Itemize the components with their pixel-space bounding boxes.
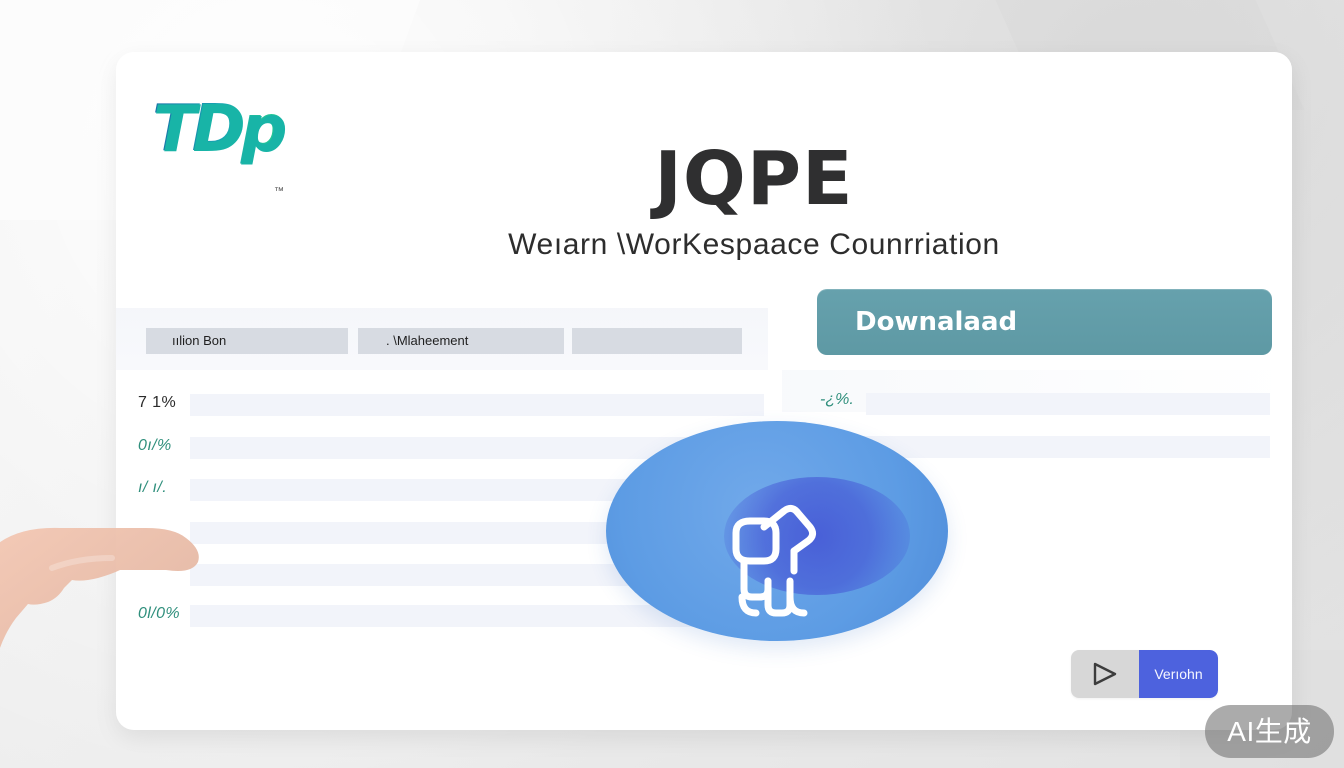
page-title: JQPE [654, 136, 854, 222]
ai-generated-badge: AI生成 [1205, 705, 1334, 758]
play-icon [1093, 662, 1117, 686]
tab-2[interactable]: . \Mlaheement [358, 328, 564, 354]
tab-3[interactable] [572, 328, 742, 354]
right-stat-label: -¿%. [820, 391, 854, 408]
main-card: TDp ™ JQPE Weıarn \WorKespaace Counrriat… [116, 52, 1292, 730]
play-button[interactable] [1071, 650, 1139, 698]
stat-label-1: 7 1% [138, 394, 177, 411]
stat-bar-1 [190, 394, 764, 416]
stat-label-3: ı/ ı/. [138, 479, 168, 496]
robot-icon [732, 504, 817, 617]
version-button[interactable]: Verıohn [1139, 650, 1218, 698]
tab-strip: ıılion Bon . \Mlaheement [116, 308, 768, 370]
right-stat-bar-1 [866, 393, 1270, 415]
tab-1[interactable]: ıılion Bon [146, 328, 348, 354]
media-player: Verıohn [1071, 650, 1218, 698]
download-button[interactable]: Downalaad [817, 289, 1272, 355]
stat-label-6: 0l/0% [138, 605, 181, 622]
page-subtitle: Weıarn \WorKespaace Counrriation [508, 228, 1000, 261]
stat-label-2: 0ı/% [138, 437, 172, 454]
